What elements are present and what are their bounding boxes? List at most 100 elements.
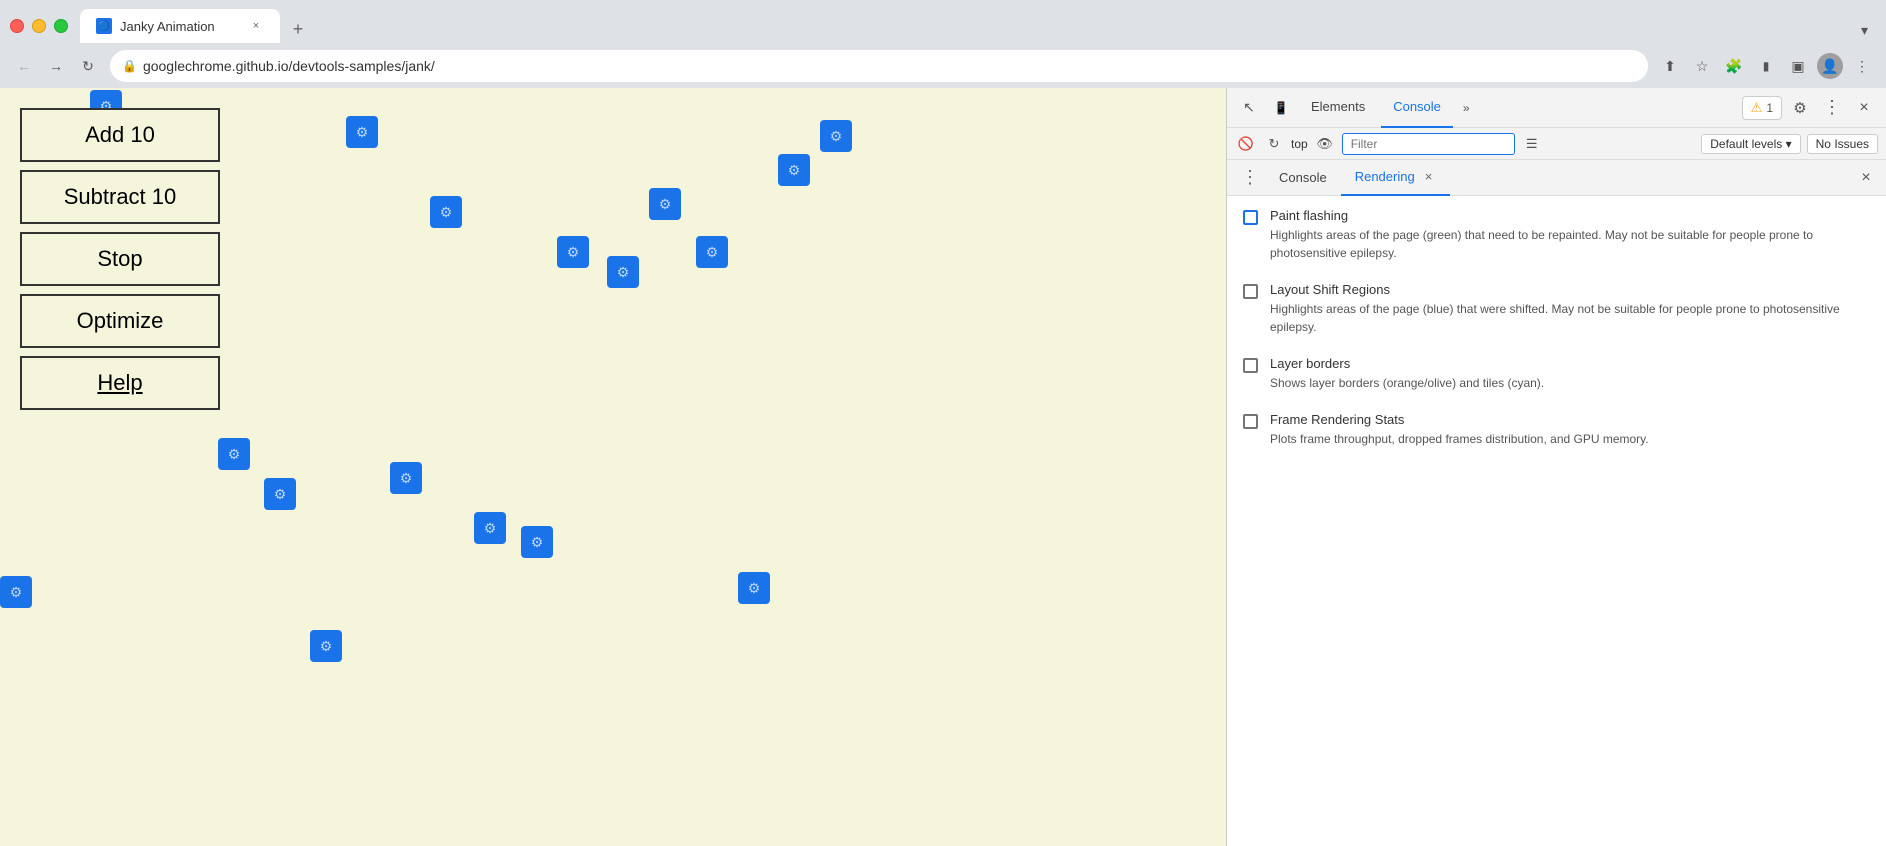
- warning-count: 1: [1766, 101, 1773, 115]
- blue-square: [218, 438, 250, 470]
- blue-square: [430, 196, 462, 228]
- blue-square: [738, 572, 770, 604]
- add-10-label: Add 10: [85, 122, 155, 147]
- rendering-console-tab[interactable]: Console: [1265, 160, 1341, 196]
- paint-flashing-description: Highlights areas of the page (green) tha…: [1270, 226, 1870, 262]
- refresh-console-button[interactable]: ↻: [1263, 133, 1285, 155]
- tab-favicon: 🔵: [96, 18, 112, 34]
- profile-button[interactable]: 👤: [1816, 52, 1844, 80]
- tabs-area: 🔵 Janky Animation × + ▾: [80, 9, 1876, 43]
- stop-button[interactable]: Stop: [20, 232, 220, 286]
- refresh-button[interactable]: ↻: [74, 52, 102, 80]
- bookmark-button[interactable]: ☆: [1688, 52, 1716, 80]
- minimize-window-button[interactable]: [32, 19, 46, 33]
- more-icon: ⋮: [1855, 58, 1869, 75]
- lock-icon: 🔒: [122, 59, 137, 73]
- console-context-select[interactable]: top: [1291, 137, 1308, 151]
- refresh-small-icon: ↻: [1269, 136, 1280, 152]
- gear-icon: ⚙: [1793, 99, 1806, 117]
- share-button[interactable]: ⬆: [1656, 52, 1684, 80]
- new-tab-button[interactable]: +: [284, 15, 312, 43]
- elements-tab-label: Elements: [1311, 99, 1365, 114]
- devtools-settings-button[interactable]: ⚙: [1786, 94, 1814, 122]
- frame-rendering-checkbox[interactable]: [1243, 414, 1258, 429]
- cursor-icon: ↖: [1243, 99, 1255, 116]
- blue-square: [557, 236, 589, 268]
- more-tabs-button[interactable]: »: [1457, 97, 1476, 119]
- blue-square: [696, 236, 728, 268]
- no-issues-button[interactable]: No Issues: [1807, 134, 1878, 154]
- close-window-button[interactable]: [10, 19, 24, 33]
- levels-label: Default levels ▾: [1710, 137, 1791, 151]
- log-levels-button[interactable]: Default levels ▾: [1701, 134, 1800, 154]
- nav-right-icons: ⬆ ☆ 🧩 ▮ ▣ 👤 ⋮: [1656, 52, 1876, 80]
- help-label: Help: [97, 370, 142, 395]
- cast-extension-button[interactable]: ▮: [1752, 52, 1780, 80]
- rendering-tab[interactable]: Rendering ×: [1341, 160, 1451, 196]
- tab-close-button[interactable]: ×: [248, 18, 264, 34]
- clear-console-button[interactable]: 🚫: [1235, 133, 1257, 155]
- optimize-button[interactable]: Optimize: [20, 294, 220, 348]
- devtools-toolbar: ↖ 📱 Elements Console » ⚠ 1 ⚙ ⋮: [1227, 88, 1886, 128]
- blue-square: [778, 154, 810, 186]
- clear-icon: 🚫: [1238, 136, 1254, 152]
- address-bar[interactable]: 🔒 googlechrome.github.io/devtools-sample…: [110, 50, 1648, 82]
- maximize-window-button[interactable]: [54, 19, 68, 33]
- chevron-down-icon[interactable]: ▾: [1853, 18, 1876, 43]
- rendering-panel-close-button[interactable]: ×: [1854, 166, 1878, 190]
- layout-shift-checkbox[interactable]: [1243, 284, 1258, 299]
- back-button[interactable]: ←: [10, 52, 38, 80]
- traffic-lights: [10, 19, 68, 33]
- blue-square: [649, 188, 681, 220]
- devtools-panel: ↖ 📱 Elements Console » ⚠ 1 ⚙ ⋮: [1226, 88, 1886, 846]
- paint-flashing-checkbox[interactable]: [1243, 210, 1258, 225]
- console-sidebar-button[interactable]: ☰: [1521, 133, 1543, 155]
- rendering-tab-close[interactable]: ×: [1421, 167, 1437, 186]
- panel-dots-button[interactable]: ⋮: [1235, 167, 1265, 188]
- blue-square: [264, 478, 296, 510]
- console-filter-input[interactable]: [1342, 133, 1515, 155]
- more-menu-button[interactable]: ⋮: [1848, 52, 1876, 80]
- layout-shift-title: Layout Shift Regions: [1270, 282, 1870, 297]
- frame-rendering-description: Plots frame throughput, dropped frames d…: [1270, 430, 1870, 448]
- layer-borders-title: Layer borders: [1270, 356, 1870, 371]
- cast-icon: ▮: [1763, 59, 1770, 73]
- rendering-options: Paint flashing Highlights areas of the p…: [1227, 196, 1886, 846]
- warning-badge[interactable]: ⚠ 1: [1742, 96, 1782, 120]
- add-10-button[interactable]: Add 10: [20, 108, 220, 162]
- rendering-tabsbar: ⋮ Console Rendering × ×: [1227, 160, 1886, 196]
- title-bar: 🔵 Janky Animation × + ▾: [0, 0, 1886, 44]
- active-tab[interactable]: 🔵 Janky Animation ×: [80, 9, 280, 43]
- tab-title: Janky Animation: [120, 19, 215, 34]
- no-issues-label: No Issues: [1816, 137, 1869, 151]
- help-button[interactable]: Help: [20, 356, 220, 410]
- console-tab[interactable]: Console: [1381, 88, 1453, 128]
- inspect-element-button[interactable]: ↖: [1235, 94, 1263, 122]
- subtract-10-label: Subtract 10: [64, 184, 177, 209]
- device-icon: 📱: [1274, 101, 1289, 115]
- rendering-tab-label: Rendering: [1355, 169, 1415, 184]
- puzzle-icon: 🧩: [1725, 58, 1742, 75]
- elements-tab[interactable]: Elements: [1299, 88, 1377, 128]
- layout-shift-option: Layout Shift Regions Highlights areas of…: [1243, 282, 1870, 336]
- tab-right-controls: ▾: [1853, 18, 1876, 43]
- blue-square: [390, 462, 422, 494]
- main-area: Add 10 Subtract 10 Stop Optimize Help ↖ …: [0, 88, 1886, 846]
- page-buttons: Add 10 Subtract 10 Stop Optimize Help: [0, 88, 240, 438]
- device-toolbar-button[interactable]: 📱: [1267, 94, 1295, 122]
- profile-avatar: 👤: [1817, 53, 1843, 79]
- paint-flashing-title: Paint flashing: [1270, 208, 1870, 223]
- devtools-more-button[interactable]: ⋮: [1818, 94, 1846, 122]
- devtools-close-button[interactable]: ×: [1850, 94, 1878, 122]
- subtract-10-button[interactable]: Subtract 10: [20, 170, 220, 224]
- console-eye-button[interactable]: 👁: [1314, 133, 1336, 155]
- sidebar-toggle-icon: ☰: [1526, 136, 1538, 152]
- paint-flashing-content: Paint flashing Highlights areas of the p…: [1270, 208, 1870, 262]
- page-content: Add 10 Subtract 10 Stop Optimize Help: [0, 88, 1226, 846]
- layer-borders-checkbox[interactable]: [1243, 358, 1258, 373]
- extensions-button[interactable]: 🧩: [1720, 52, 1748, 80]
- layer-borders-content: Layer borders Shows layer borders (orang…: [1270, 356, 1870, 392]
- forward-button[interactable]: →: [42, 52, 70, 80]
- layer-borders-option: Layer borders Shows layer borders (orang…: [1243, 356, 1870, 392]
- sidebar-button[interactable]: ▣: [1784, 52, 1812, 80]
